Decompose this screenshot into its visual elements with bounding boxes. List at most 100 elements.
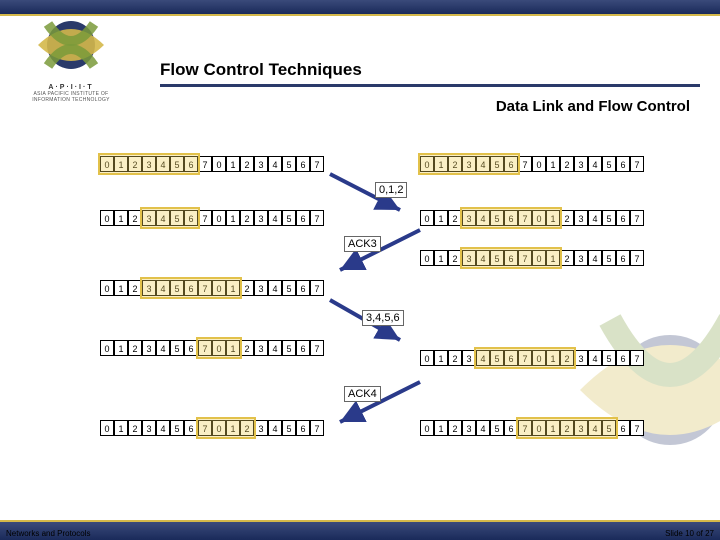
brand-logo-block: A·P·I·I·T ASIA PACIFIC INSTITUTE OF INFO…: [6, 8, 136, 103]
sender-window-1: [98, 153, 200, 175]
seq-cell: 6: [616, 420, 630, 436]
globe-logo-icon: [28, 8, 114, 82]
seq-cell: 3: [574, 350, 588, 366]
footer-page-num: 10: [685, 529, 694, 538]
title-underline: [160, 84, 700, 87]
seq-cell: 1: [114, 420, 128, 436]
seq-cell: 6: [616, 210, 630, 226]
seq-cell: 6: [296, 420, 310, 436]
seq-cell: 5: [490, 420, 504, 436]
slide-title: Flow Control Techniques: [160, 60, 362, 80]
seq-cell: 7: [630, 420, 644, 436]
seq-cell: 0: [420, 210, 434, 226]
seq-cell: 2: [560, 250, 574, 266]
sender-window-2: [140, 207, 200, 229]
seq-cell: 3: [254, 340, 268, 356]
seq-cell: 0: [420, 420, 434, 436]
seq-cell: 4: [588, 350, 602, 366]
label-ack3: ACK3: [344, 236, 381, 252]
seq-cell: 0: [100, 420, 114, 436]
seq-cell: 1: [226, 156, 240, 172]
seq-cell: 5: [170, 340, 184, 356]
seq-cell: 4: [588, 210, 602, 226]
seq-cell: 1: [434, 420, 448, 436]
seq-cell: 2: [128, 420, 142, 436]
seq-cell: 4: [268, 420, 282, 436]
seq-cell: 7: [310, 420, 324, 436]
footer-right-of: of 27: [694, 529, 714, 538]
seq-cell: 4: [268, 156, 282, 172]
seq-cell: 2: [240, 340, 254, 356]
seq-cell: 2: [448, 420, 462, 436]
slide-subtitle: Data Link and Flow Control: [496, 98, 690, 115]
seq-cell: 2: [240, 210, 254, 226]
seq-cell: 3: [574, 250, 588, 266]
seq-cell: 7: [630, 210, 644, 226]
seq-cell: 2: [448, 350, 462, 366]
seq-cell: 2: [560, 156, 574, 172]
seq-cell: 1: [226, 210, 240, 226]
label-send-3456: 3,4,5,6: [362, 310, 404, 326]
seq-cell: 7: [630, 156, 644, 172]
seq-cell: 1: [434, 210, 448, 226]
seq-cell: 3: [254, 210, 268, 226]
seq-cell: 5: [602, 210, 616, 226]
footer-left: Networks and Protocols: [6, 529, 90, 538]
seq-cell: 0: [100, 210, 114, 226]
seq-cell: 4: [268, 210, 282, 226]
seq-cell: 3: [254, 280, 268, 296]
seq-cell: 5: [282, 420, 296, 436]
seq-cell: 3: [142, 340, 156, 356]
seq-cell: 5: [282, 156, 296, 172]
bottom-accent-bar: [0, 520, 720, 540]
seq-cell: 5: [170, 420, 184, 436]
seq-cell: 1: [546, 156, 560, 172]
seq-cell: 5: [282, 340, 296, 356]
seq-cell: 7: [630, 350, 644, 366]
seq-cell: 7: [310, 280, 324, 296]
seq-cell: 5: [602, 156, 616, 172]
sender-window-3: [140, 277, 242, 299]
receiver-window-3: [474, 347, 576, 369]
seq-cell: 6: [296, 340, 310, 356]
seq-cell: 1: [114, 280, 128, 296]
seq-cell: 3: [574, 156, 588, 172]
seq-cell: 1: [434, 250, 448, 266]
seq-cell: 7: [310, 340, 324, 356]
receiver-window-2: [460, 207, 562, 229]
seq-cell: 6: [616, 350, 630, 366]
seq-cell: 0: [100, 340, 114, 356]
label-ack4: ACK4: [344, 386, 381, 402]
seq-cell: 0: [100, 280, 114, 296]
seq-cell: 4: [588, 250, 602, 266]
seq-cell: 6: [296, 280, 310, 296]
seq-cell: 4: [156, 340, 170, 356]
seq-cell: 3: [254, 156, 268, 172]
receiver-window-4: [516, 417, 618, 439]
seq-cell: 0: [420, 250, 434, 266]
seq-cell: 7: [310, 210, 324, 226]
seq-cell: 5: [282, 280, 296, 296]
seq-cell: 7: [198, 210, 212, 226]
sender-window-5: [196, 417, 256, 439]
seq-cell: 6: [296, 156, 310, 172]
seq-cell: 1: [114, 210, 128, 226]
seq-cell: 7: [310, 156, 324, 172]
seq-cell: 0: [532, 156, 546, 172]
seq-cell: 3: [254, 420, 268, 436]
seq-cell: 7: [518, 156, 532, 172]
seq-cell: 5: [602, 250, 616, 266]
seq-cell: 3: [462, 420, 476, 436]
seq-cell: 0: [420, 350, 434, 366]
seq-cell: 1: [434, 350, 448, 366]
seq-cell: 3: [142, 420, 156, 436]
brand-acronym: A·P·I·I·T: [6, 84, 136, 91]
seq-cell: 4: [156, 420, 170, 436]
seq-cell: 2: [240, 156, 254, 172]
label-send-012: 0,1,2: [375, 182, 407, 198]
receiver-window-1: [418, 153, 520, 175]
seq-cell: 5: [282, 210, 296, 226]
brand-tagline-2: INFORMATION TECHNOLOGY: [6, 97, 136, 103]
receiver-window-2b: [460, 247, 562, 269]
seq-cell: 6: [616, 156, 630, 172]
